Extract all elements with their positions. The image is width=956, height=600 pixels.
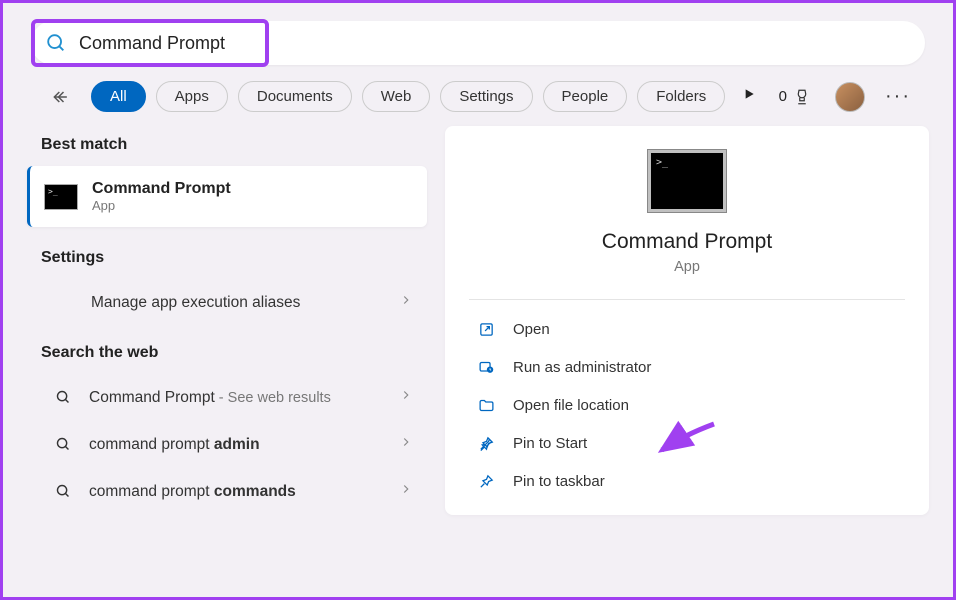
filter-all[interactable]: All xyxy=(91,81,146,112)
web-result-2[interactable]: command prompt commands xyxy=(27,468,427,515)
more-options-icon[interactable]: ··· xyxy=(885,85,911,108)
preview-subtitle: App xyxy=(445,259,929,275)
settings-item-manage-aliases[interactable]: Manage app execution aliases xyxy=(27,279,427,326)
pin-icon xyxy=(477,472,495,490)
open-icon xyxy=(477,320,495,338)
chevron-right-icon xyxy=(399,388,413,407)
rewards-points[interactable]: 0 xyxy=(779,88,811,106)
search-icon xyxy=(51,436,75,453)
best-match-result[interactable]: Command Prompt App xyxy=(27,166,427,227)
back-arrow-icon[interactable] xyxy=(47,83,75,111)
admin-shield-icon xyxy=(477,358,495,376)
command-prompt-icon xyxy=(44,184,78,210)
folder-icon xyxy=(477,396,495,414)
filter-row: All Apps Documents Web Settings People F… xyxy=(3,75,953,126)
results-column: Best match Command Prompt App Settings M… xyxy=(27,126,427,515)
preview-title: Command Prompt xyxy=(445,230,929,254)
action-pin-to-start[interactable]: Pin to Start xyxy=(445,424,929,462)
filter-documents[interactable]: Documents xyxy=(238,81,352,112)
user-avatar[interactable] xyxy=(835,82,865,112)
preview-app-icon xyxy=(648,150,726,212)
action-open[interactable]: Open xyxy=(445,310,929,348)
chevron-right-icon xyxy=(399,482,413,501)
web-result-1[interactable]: command prompt admin xyxy=(27,421,427,468)
chevron-right-icon xyxy=(399,435,413,454)
pin-icon xyxy=(477,434,495,452)
filter-apps[interactable]: Apps xyxy=(156,81,228,112)
search-input[interactable] xyxy=(79,33,911,54)
search-icon xyxy=(45,32,67,54)
rewards-icon xyxy=(793,88,811,106)
best-match-subtitle: App xyxy=(92,198,231,213)
settings-header: Settings xyxy=(27,239,427,279)
search-icon xyxy=(51,483,75,500)
search-icon xyxy=(51,389,75,406)
action-open-file-location[interactable]: Open file location xyxy=(445,386,929,424)
action-run-as-admin[interactable]: Run as administrator xyxy=(445,348,929,386)
web-result-0[interactable]: Command Prompt - See web results xyxy=(27,374,427,421)
action-pin-to-taskbar[interactable]: Pin to taskbar xyxy=(445,462,929,500)
points-value: 0 xyxy=(779,88,787,105)
filter-people[interactable]: People xyxy=(543,81,628,112)
filter-web[interactable]: Web xyxy=(362,81,431,112)
search-bar[interactable] xyxy=(31,21,925,65)
best-match-title: Command Prompt xyxy=(92,180,231,198)
divider xyxy=(469,299,905,300)
web-header: Search the web xyxy=(27,334,427,374)
filter-settings[interactable]: Settings xyxy=(440,81,532,112)
preview-pane: Command Prompt App Open Run as administr… xyxy=(445,126,929,515)
filter-overflow-icon[interactable] xyxy=(741,86,757,107)
chevron-right-icon xyxy=(399,293,413,312)
best-match-header: Best match xyxy=(27,126,427,166)
filter-folders[interactable]: Folders xyxy=(637,81,725,112)
